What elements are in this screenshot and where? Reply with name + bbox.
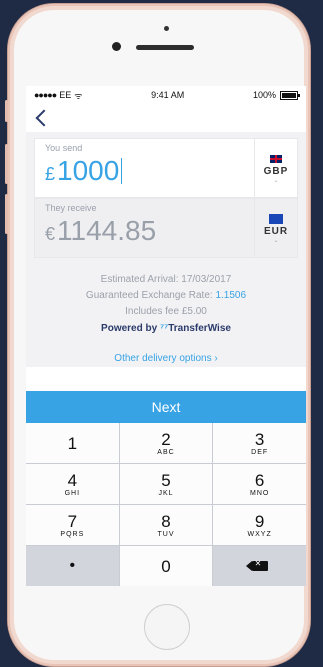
next-button[interactable]: Next <box>26 391 306 423</box>
home-button[interactable] <box>144 604 190 650</box>
send-row: You send £ 1000 GBP ⌄ <box>34 138 298 198</box>
key-9[interactable]: 9 WXYZ <box>213 505 306 545</box>
key-0[interactable]: 0 <box>119 546 213 586</box>
uk-flag-icon <box>269 153 283 164</box>
send-currency-code: GBP <box>263 165 289 177</box>
converter-panel: You send £ 1000 GBP ⌄ They receive € 114… <box>26 132 306 367</box>
key-delete[interactable] <box>213 546 306 586</box>
signal-icon: ●●●●● <box>34 90 57 100</box>
numeric-keypad: 1 2 ABC 3 DEF 4 GHI 5 JKL 6 MNO 7 PQRS 8 TUV 9W… <box>26 423 306 586</box>
receive-amount-value: 1144.85 <box>57 215 157 246</box>
text-cursor <box>121 158 123 184</box>
send-label: You send <box>45 143 83 153</box>
exchange-rate-label: Guaranteed Exchange Rate: <box>85 290 213 301</box>
send-currency-selector[interactable]: GBP ⌄ <box>254 139 297 197</box>
status-bar: ●●●●● EE ᯤ 9:41 AM 100% <box>26 86 306 104</box>
other-delivery-options-link[interactable]: Other delivery options › <box>114 351 217 367</box>
wifi-icon: ᯤ <box>74 90 83 101</box>
battery-icon <box>279 90 300 100</box>
volume-down-button <box>5 194 8 234</box>
nav-bar <box>26 104 306 132</box>
receive-amount-field[interactable]: They receive € 1144.85 <box>35 199 254 257</box>
key-4[interactable]: 4 GHI <box>26 464 119 504</box>
key-7[interactable]: 7 PQRS <box>26 505 119 545</box>
transferwise-brand: TransferWise <box>168 323 231 334</box>
estimated-arrival: Estimated Arrival: 17/03/2017 <box>100 274 232 285</box>
transferwise-logo-icon: ⁷⁷ <box>159 323 169 334</box>
transfer-info: Estimated Arrival: 17/03/2017 Guaranteed… <box>34 258 298 367</box>
app-screen: ●●●●● EE ᯤ 9:41 AM 100% You send £ 1000 <box>26 86 306 586</box>
receive-currency-code: EUR <box>263 225 289 237</box>
backspace-icon <box>245 559 268 571</box>
key-1[interactable]: 1 <box>26 423 119 463</box>
back-chevron-icon[interactable] <box>35 109 53 127</box>
key-2[interactable]: 2 ABC <box>119 423 213 463</box>
receive-row: They receive € 1144.85 EUR ⌄ <box>34 198 298 258</box>
powered-by-label: Powered by <box>101 323 158 334</box>
key-6[interactable]: 6 MNO <box>213 464 306 504</box>
eu-flag-icon <box>269 213 283 224</box>
earpiece-speaker <box>136 45 194 50</box>
mute-switch <box>5 100 8 122</box>
key-5[interactable]: 5 JKL <box>119 464 213 504</box>
key-3[interactable]: 3 DEF <box>213 423 306 463</box>
volume-up-button <box>5 144 8 184</box>
proximity-sensor <box>164 26 169 31</box>
carrier-name: EE <box>59 90 72 100</box>
exchange-rate-value: 1.1506 <box>215 290 247 301</box>
key-decimal[interactable]: • <box>26 546 119 586</box>
key-8[interactable]: 8 TUV <box>119 505 213 545</box>
receive-label: They receive <box>45 203 97 213</box>
receive-currency-selector[interactable]: EUR ⌄ <box>254 199 297 257</box>
fee-line: Includes fee £5.00 <box>125 306 207 317</box>
battery-percent: 100% <box>252 90 276 100</box>
receive-currency-symbol: € <box>45 224 56 244</box>
send-amount-field[interactable]: You send £ 1000 <box>35 139 254 197</box>
front-camera <box>112 42 121 51</box>
chevron-down-icon: ⌄ <box>273 177 279 184</box>
send-amount-value: 1000 <box>57 155 120 186</box>
powered-by: Powered by ⁷⁷TransferWise <box>34 321 298 337</box>
send-currency-symbol: £ <box>45 164 56 184</box>
status-time: 9:41 AM <box>151 90 185 100</box>
exchange-rate-line: Guaranteed Exchange Rate: 1.1506 <box>34 288 298 304</box>
chevron-down-icon: ⌄ <box>273 237 279 244</box>
